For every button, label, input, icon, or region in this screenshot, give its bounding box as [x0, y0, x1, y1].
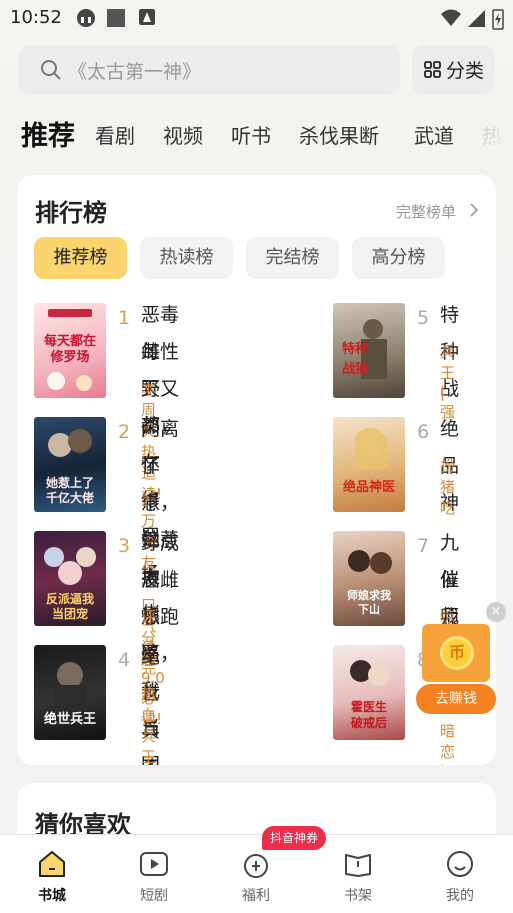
book-cover[interactable]: 她惹上了 千亿大佬 — [34, 417, 106, 512]
earn-money-button[interactable]: 去赚钱 — [416, 684, 496, 714]
channel-tabs: 推荐 看剧 视频 听书 杀伐果断 武道 热 — [0, 108, 513, 158]
svg-text:师娘求我: 师娘求我 — [347, 588, 391, 602]
bookshelf-icon — [345, 854, 371, 877]
rank-number: 5 — [417, 307, 430, 329]
signal-icon — [468, 10, 485, 27]
svg-text:绝品神医: 绝品神医 — [343, 479, 395, 495]
search-bar[interactable]: 《太古第一神》 — [18, 45, 400, 95]
svg-text:下山: 下山 — [358, 602, 380, 616]
filter-finished[interactable]: 完结榜 — [246, 237, 339, 279]
nav-label: 短剧 — [140, 888, 168, 904]
coin-icon[interactable]: 币 — [440, 636, 474, 670]
nav-short-drama[interactable]: 短剧 — [103, 835, 205, 913]
cover-art: 每天都在修罗场 — [44, 309, 96, 391]
svg-text:特种: 特种 — [342, 341, 368, 357]
full-ranking-link[interactable]: 完整榜单 — [396, 201, 456, 222]
svg-text:战狼: 战狼 — [342, 361, 369, 377]
nav-label: 福利 — [242, 888, 270, 904]
rank-number: 4 — [118, 649, 131, 671]
book-cover[interactable]: 特种 战狼 — [333, 303, 405, 398]
svg-text:霍医生: 霍医生 — [351, 699, 387, 714]
book-tagline: 兵王 | 强 — [440, 343, 456, 421]
nav-bookshelf[interactable]: 书架 — [307, 835, 409, 913]
rank-number: 3 — [118, 535, 131, 557]
cover-art: 反派逼我当团宠 — [44, 547, 96, 621]
tab-audiobook[interactable]: 听书 — [231, 120, 271, 149]
book-cover[interactable]: 反派逼我 当团宠 — [34, 531, 106, 626]
book-cover[interactable]: 霍医生 破戒后 — [333, 645, 405, 740]
cover-art: 绝世兵王 — [44, 662, 96, 727]
filter-hot-read[interactable]: 热读榜 — [140, 237, 233, 279]
wifi-icon — [441, 9, 461, 26]
home-icon — [39, 851, 65, 877]
close-icon[interactable]: × — [486, 602, 506, 622]
rank-number: 7 — [417, 535, 430, 557]
category-button[interactable]: 分类 — [412, 45, 495, 95]
chevron-right-icon[interactable] — [469, 203, 479, 217]
book-tagline: 扮猪吃 — [440, 457, 456, 517]
search-placeholder: 《太古第一神》 — [68, 61, 202, 83]
ranking-title: 排行榜 — [35, 199, 107, 227]
cover-art: 师娘求我下山 — [347, 550, 392, 616]
status-time: 10:52 — [10, 7, 62, 28]
nav-label: 书城 — [38, 888, 66, 904]
notification-square-icon — [107, 9, 125, 27]
svg-text:千亿大佬: 千亿大佬 — [46, 490, 94, 505]
book-cover[interactable]: 绝品神医 — [333, 417, 405, 512]
rank-number: 6 — [417, 421, 430, 443]
category-label: 分类 — [446, 60, 485, 82]
tabs-fade — [453, 108, 513, 158]
book-cover[interactable]: 每天都在 修罗场 — [34, 303, 106, 398]
tab-recommend[interactable]: 推荐 — [21, 114, 75, 153]
svg-text:当团宠: 当团宠 — [52, 606, 88, 621]
search-icon — [41, 60, 61, 80]
play-icon — [140, 852, 168, 876]
nav-label: 我的 — [446, 888, 474, 904]
filter-recommend[interactable]: 推荐榜 — [34, 237, 127, 279]
nav-mine[interactable]: 我的 — [409, 835, 511, 913]
svg-text:反派逼我: 反派逼我 — [46, 591, 94, 606]
earn-money-widget[interactable]: 币 去赚钱 × — [416, 602, 506, 716]
grid-icon — [424, 61, 441, 78]
nav-label: 书架 — [344, 888, 372, 904]
book-cover[interactable]: 师娘求我 下山 — [333, 531, 405, 626]
cover-art: 她惹上了千亿大佬 — [46, 429, 94, 505]
bottom-nav: 书城 短剧 福利 书架 我的 抖音神券 — [0, 826, 513, 913]
filter-high-score[interactable]: 高分榜 — [352, 237, 445, 279]
svg-text:她惹上了: 她惹上了 — [46, 475, 94, 490]
tab-video[interactable]: 视频 — [163, 120, 203, 149]
svg-text:修罗场: 修罗场 — [49, 349, 89, 365]
headset-icon — [77, 9, 95, 27]
svg-text:绝世兵王: 绝世兵王 — [44, 711, 96, 727]
tab-decisive[interactable]: 杀伐果断 — [299, 120, 379, 149]
profile-smile-icon — [447, 851, 473, 877]
book-tagline: 热血兵王类巅峰 — [141, 685, 157, 765]
nav-bookstore[interactable]: 书城 — [1, 835, 103, 913]
rank-number: 1 — [118, 307, 131, 329]
app-notification-icon — [139, 9, 155, 25]
gift-coin-icon — [244, 854, 268, 878]
cover-art: 霍医生破戒后 — [350, 660, 390, 730]
svg-text:破戒后: 破戒后 — [351, 715, 387, 730]
book-tagline: 暗恋 | 甜 — [440, 722, 456, 765]
book-cover[interactable]: 绝世兵王 — [34, 645, 106, 740]
welfare-badge: 抖音神券 — [262, 826, 327, 850]
svg-text:每天都在: 每天都在 — [44, 333, 96, 349]
rank-number: 2 — [118, 421, 131, 443]
tab-martial[interactable]: 武道 — [414, 120, 454, 149]
battery-icon — [492, 9, 504, 30]
tab-drama[interactable]: 看剧 — [95, 120, 135, 149]
cover-art: 特种战狼 — [342, 319, 387, 379]
cover-art: 绝品神医 — [343, 427, 395, 495]
status-bar: 10:52 — [0, 0, 513, 36]
